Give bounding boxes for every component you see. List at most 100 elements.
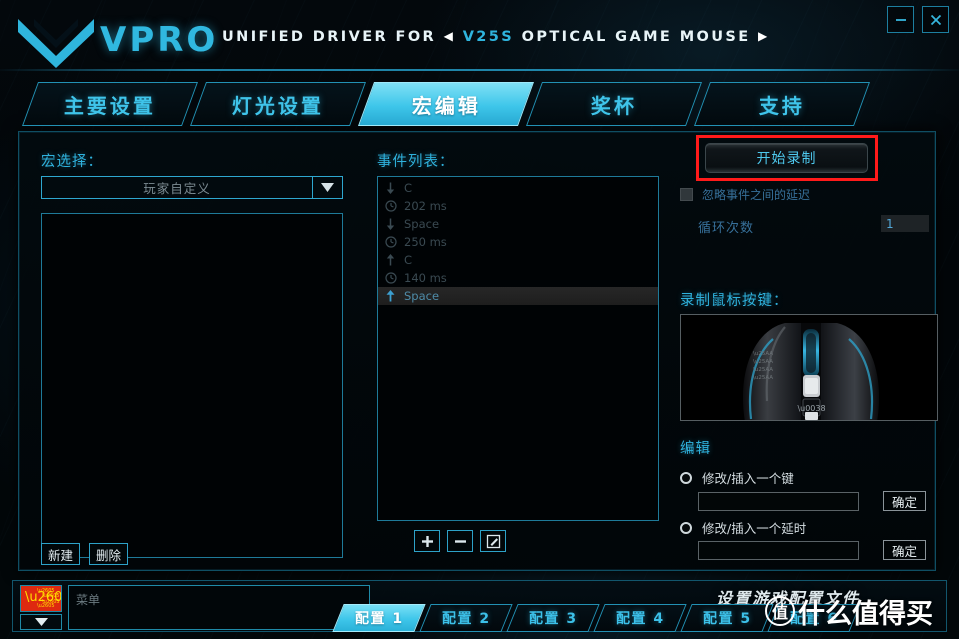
ignore-delay-row: 忽略事件之间的延迟 xyxy=(680,186,810,203)
edit-delay-radio-row: 修改/插入一个延时 xyxy=(680,518,806,537)
key-down-icon xyxy=(384,218,397,231)
svg-text:\u0038: \u0038 xyxy=(797,404,825,413)
macro-select-value: 玩家自定义 xyxy=(143,181,211,196)
profile-tab-1-label: 配置 1 xyxy=(354,611,404,627)
tab-light-settings[interactable]: 灯光设置 xyxy=(189,82,367,126)
edit-delay-radio-label: 修改/插入一个延时 xyxy=(702,521,807,536)
product-subtitle: UNIFIED DRIVER FOR ◀ V25S OPTICAL GAME M… xyxy=(222,29,770,45)
edit-key-radio[interactable] xyxy=(680,471,692,484)
profile-tabs: 配置 1 配置 2 配置 3 配置 4 配置 5 配置 6 xyxy=(332,604,861,632)
close-button[interactable] xyxy=(922,6,949,33)
profile-tab-4-label: 配置 4 xyxy=(615,611,665,627)
macro-list[interactable] xyxy=(41,213,343,558)
remove-event-button[interactable] xyxy=(447,530,473,552)
app-window: VPRO UNIFIED DRIVER FOR ◀ V25S OPTICAL G… xyxy=(0,0,959,639)
event-text: 250 ms xyxy=(404,235,447,249)
event-text: 202 ms xyxy=(404,199,447,213)
language-dropdown-button[interactable] xyxy=(20,614,62,630)
edit-key-radio-row: 修改/插入一个键 xyxy=(680,468,794,487)
mouse-preview-image: \u0038 \u25AA \u25AA \u25AA \u25AA xyxy=(680,314,938,421)
tab-macro-editor[interactable]: 宏编辑 xyxy=(357,82,535,126)
ignore-delay-label: 忽略事件之间的延迟 xyxy=(702,188,811,202)
profile-tab-2[interactable]: 配置 2 xyxy=(419,604,513,632)
prev-model-arrow-icon[interactable]: ◀ xyxy=(444,29,456,43)
profile-tab-6-label: 配置 6 xyxy=(789,611,839,627)
subtitle-suffix: OPTICAL GAME MOUSE xyxy=(521,29,751,45)
profile-tab-1[interactable]: 配置 1 xyxy=(332,604,426,632)
start-recording-button[interactable]: 开始录制 xyxy=(705,143,868,173)
profile-tab-4[interactable]: 配置 4 xyxy=(593,604,687,632)
title-bar: VPRO UNIFIED DRIVER FOR ◀ V25S OPTICAL G… xyxy=(0,0,959,71)
event-text: Space xyxy=(404,289,440,303)
edit-event-button[interactable] xyxy=(480,530,506,552)
profile-tab-6[interactable]: 配置 6 xyxy=(767,604,861,632)
key-up-icon xyxy=(384,254,397,267)
list-item[interactable]: Space xyxy=(378,215,658,233)
minimize-button[interactable] xyxy=(887,6,914,33)
key-up-icon xyxy=(384,290,397,303)
tab-trophy-label: 奖杯 xyxy=(591,93,637,118)
profile-tab-3-label: 配置 3 xyxy=(528,611,578,627)
main-tabs: 主要设置 灯光设置 宏编辑 奖杯 支持 xyxy=(21,82,871,126)
tab-main-settings-label: 主要设置 xyxy=(64,93,156,118)
tab-light-settings-label: 灯光设置 xyxy=(232,93,324,118)
add-event-button[interactable] xyxy=(414,530,440,552)
new-macro-button[interactable]: 新建 xyxy=(41,543,81,565)
edit-key-confirm-button[interactable]: 确定 xyxy=(883,491,926,511)
edit-delay-confirm-button[interactable]: 确定 xyxy=(883,540,926,560)
tab-trophy[interactable]: 奖杯 xyxy=(525,82,703,126)
edit-key-input[interactable] xyxy=(698,492,859,511)
profile-tab-5[interactable]: 配置 5 xyxy=(680,604,774,632)
event-text: C xyxy=(404,181,413,195)
list-item[interactable]: 250 ms xyxy=(378,233,658,251)
next-model-arrow-icon[interactable]: ▶ xyxy=(758,29,770,43)
title-divider xyxy=(0,69,959,71)
list-item[interactable]: C xyxy=(378,179,658,197)
event-list-actions xyxy=(414,530,506,552)
delete-macro-button[interactable]: 删除 xyxy=(89,543,129,565)
edit-delay-input[interactable] xyxy=(698,541,859,560)
ignore-delay-checkbox[interactable] xyxy=(680,188,693,201)
window-controls xyxy=(887,6,949,33)
tab-macro-editor-label: 宏编辑 xyxy=(411,93,481,118)
macro-select-label: 宏选择： xyxy=(41,154,103,170)
brand-title: VPRO xyxy=(100,20,219,60)
record-mouse-button-label: 录制鼠标按键： xyxy=(680,293,789,309)
edit-key-radio-label: 修改/插入一个键 xyxy=(702,471,794,486)
macro-select-dropdown[interactable]: 玩家自定义 xyxy=(41,176,343,199)
list-item[interactable]: 202 ms xyxy=(378,197,658,215)
event-text: C xyxy=(404,253,413,267)
profile-tab-2-label: 配置 2 xyxy=(441,611,491,627)
menu-placeholder: 菜单 xyxy=(76,593,101,607)
tab-support[interactable]: 支持 xyxy=(693,82,871,126)
list-item[interactable]: C xyxy=(378,251,658,269)
menu-field[interactable]: 菜单 xyxy=(68,585,370,630)
macro-editor-panel: 宏选择： 玩家自定义 新建 删除 事件列表： C 202 ms Space 25… xyxy=(18,131,938,571)
svg-text:\u25AA: \u25AA xyxy=(753,359,773,365)
chevron-down-icon[interactable] xyxy=(312,177,342,198)
event-text: 140 ms xyxy=(404,271,447,285)
model-name: V25S xyxy=(462,29,515,45)
edit-delay-radio[interactable] xyxy=(680,521,692,534)
edit-section-label: 编辑 xyxy=(680,441,711,457)
profile-tab-5-label: 配置 5 xyxy=(702,611,752,627)
profile-tab-3[interactable]: 配置 3 xyxy=(506,604,600,632)
macro-list-actions: 新建 删除 xyxy=(41,543,129,565)
svg-text:\u25AA: \u25AA xyxy=(753,351,773,357)
china-flag-icon[interactable]: \u2605 \u2605 \u2605 \u2605 \u2605 xyxy=(20,585,62,612)
event-text: Space xyxy=(404,217,440,231)
loop-count-input[interactable]: 1 xyxy=(881,215,929,232)
loop-count-label: 循环次数 xyxy=(698,221,755,236)
list-item[interactable]: 140 ms xyxy=(378,269,658,287)
clock-icon xyxy=(384,272,397,285)
key-down-icon xyxy=(384,182,397,195)
event-list-label: 事件列表： xyxy=(377,154,455,170)
subtitle-prefix: UNIFIED DRIVER FOR xyxy=(222,29,437,45)
bottom-bar: \u2605 \u2605 \u2605 \u2605 \u2605 菜单 设置… xyxy=(12,580,947,632)
clock-icon xyxy=(384,236,397,249)
event-list[interactable]: C 202 ms Space 250 ms C 140 ms Space xyxy=(377,176,659,521)
tab-support-label: 支持 xyxy=(759,93,805,118)
tab-main-settings[interactable]: 主要设置 xyxy=(21,82,199,126)
list-item[interactable]: Space xyxy=(378,287,658,305)
vpro-logo-icon xyxy=(14,16,98,68)
